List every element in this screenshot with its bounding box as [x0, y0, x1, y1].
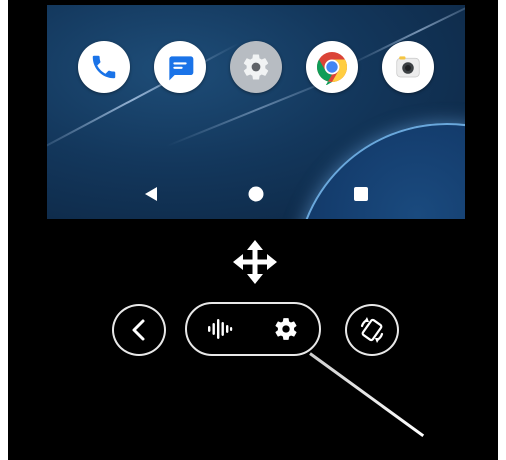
gear-icon [275, 318, 297, 340]
camera-app-icon[interactable] [382, 41, 434, 93]
nav-home-button[interactable] [245, 183, 267, 205]
rotate-screen-button[interactable] [345, 304, 399, 356]
chrome-icon [317, 52, 347, 85]
sound-wave-icon [208, 319, 233, 339]
recents-icon [354, 187, 368, 201]
phone-icon [92, 55, 116, 79]
camera-icon [396, 56, 420, 78]
app-dock [47, 39, 465, 95]
settings-app-icon[interactable] [230, 41, 282, 93]
nav-back-button[interactable] [140, 183, 162, 205]
move-arrows-icon [233, 240, 277, 284]
sound-button[interactable] [205, 316, 235, 342]
settings-button[interactable] [271, 316, 301, 342]
action-pill [185, 302, 321, 356]
nav-recents-button[interactable] [350, 183, 372, 205]
chrome-app-icon[interactable] [306, 41, 358, 93]
move-handle[interactable] [232, 239, 278, 285]
collapse-back-button[interactable] [112, 304, 166, 356]
back-icon [145, 187, 157, 201]
rotate-screen-icon [360, 317, 384, 343]
home-icon [248, 186, 264, 202]
gear-icon [243, 54, 269, 80]
messages-app-icon[interactable] [154, 41, 206, 93]
navigation-bar [47, 179, 465, 209]
phone-app-icon[interactable] [78, 41, 130, 93]
phone-screen [47, 5, 465, 219]
chevron-left-icon [132, 319, 145, 341]
messages-icon [169, 56, 194, 81]
